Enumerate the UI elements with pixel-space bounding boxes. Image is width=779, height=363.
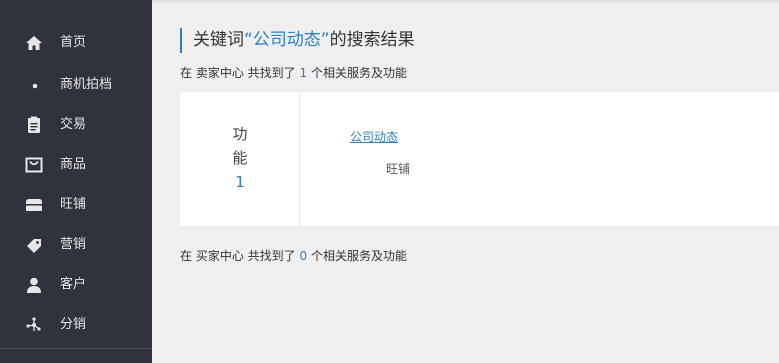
sidebar-item-products[interactable]: 商品 [0, 145, 152, 185]
seller-summary-suffix: 个相关服务及功能 [310, 66, 407, 80]
sidebar: 首页 商机拍档 交易 商品 旺铺 营销 客户 分销 [0, 0, 152, 363]
buyer-summary: 在 买家中心 共找到了 0 个相关服务及功能 [180, 248, 407, 264]
store-icon [24, 197, 44, 213]
sidebar-item-label: 客户 [60, 277, 87, 292]
sidebar-item-label: 商品 [60, 157, 87, 172]
search-keyword: “公司动态” [244, 30, 330, 50]
bag-icon [24, 157, 44, 173]
sidebar-item-label: 商机拍档 [60, 77, 113, 92]
sidebar-item-business-partner[interactable]: 商机拍档 [0, 65, 152, 105]
category-char: 能 [232, 149, 248, 167]
sidebar-item-home[interactable]: 首页 [0, 23, 152, 63]
sidebar-item-label: 旺铺 [60, 197, 87, 212]
seller-summary: 在 卖家中心 共找到了 1 个相关服务及功能 [180, 65, 407, 81]
sidebar-divider [0, 348, 152, 349]
buyer-result-count: 0 [299, 249, 308, 263]
network-icon [24, 317, 44, 333]
top-border [152, 0, 779, 3]
sidebar-item-marketing[interactable]: 营销 [0, 225, 152, 265]
user-icon [24, 277, 44, 293]
seller-result-count: 1 [299, 66, 308, 80]
category-count: 1 [235, 173, 245, 191]
sidebar-item-label: 首页 [60, 35, 87, 50]
result-link-company-news[interactable]: 公司动态 [350, 128, 398, 145]
sidebar-item-customers[interactable]: 客户 [0, 265, 152, 305]
title-suffix: 的搜索结果 [329, 30, 415, 50]
buyer-summary-prefix: 在 买家中心 共找到了 [180, 249, 296, 263]
result-category: 功 能 1 [180, 92, 300, 226]
sidebar-item-trade[interactable]: 交易 [0, 105, 152, 145]
result-module-label: 旺铺 [386, 162, 411, 176]
title-prefix: 关键词 [193, 30, 244, 50]
dot-icon [24, 77, 44, 93]
result-card: 功 能 1 公司动态 旺铺 [180, 92, 779, 226]
sidebar-item-label: 交易 [60, 117, 87, 132]
clipboard-icon [24, 116, 44, 133]
sidebar-item-label: 营销 [60, 237, 87, 252]
home-icon [24, 35, 44, 51]
buyer-summary-suffix: 个相关服务及功能 [310, 249, 407, 263]
page-title: 关键词“公司动态”的搜索结果 [193, 28, 415, 53]
title-accent-bar [180, 28, 182, 53]
sidebar-item-store[interactable]: 旺铺 [0, 185, 152, 225]
sidebar-item-distribution[interactable]: 分销 [0, 305, 152, 345]
category-char: 功 [232, 125, 248, 143]
seller-summary-prefix: 在 卖家中心 共找到了 [180, 66, 296, 80]
tag-icon [24, 237, 44, 253]
sidebar-item-label: 分销 [60, 317, 87, 332]
